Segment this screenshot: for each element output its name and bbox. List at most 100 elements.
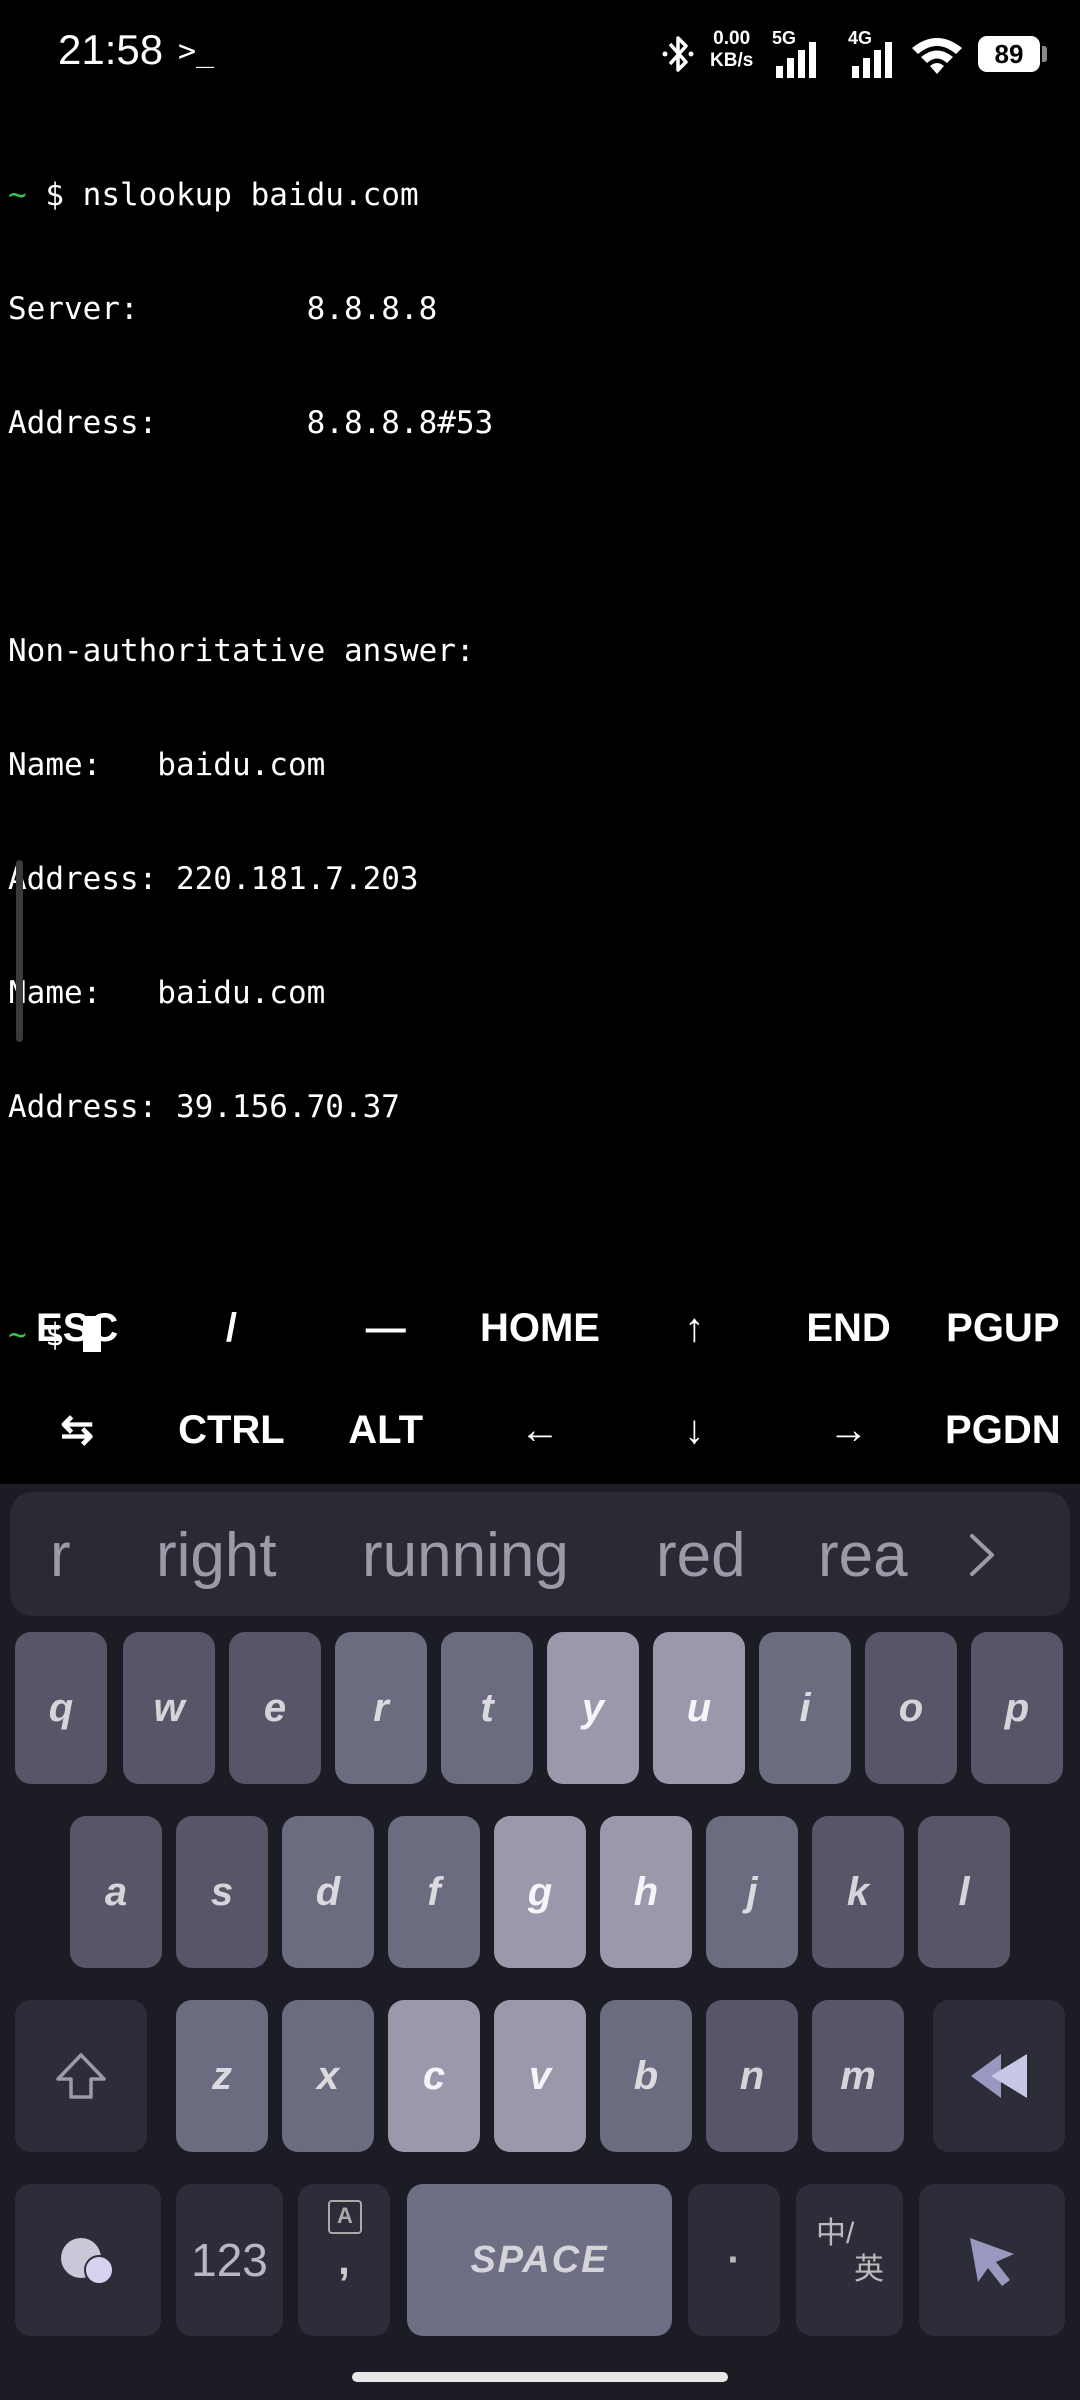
key-v[interactable]: v xyxy=(494,2000,586,2152)
up-arrow-key[interactable]: ↑ xyxy=(617,1276,771,1380)
space-label: SPACE xyxy=(470,2238,609,2281)
comma-key[interactable]: A , xyxy=(298,2184,390,2336)
cursor-mode-key[interactable] xyxy=(919,2184,1065,2336)
battery-tip xyxy=(1042,46,1047,62)
network-speed: 0.00 KB/s xyxy=(710,28,753,72)
period-key[interactable]: · xyxy=(688,2184,780,2336)
right-arrow-key[interactable]: → xyxy=(771,1378,925,1482)
comma-label: , xyxy=(338,2236,350,2283)
suggestion-item[interactable]: red xyxy=(656,1520,746,1591)
pgup-key[interactable]: PGUP xyxy=(926,1276,1080,1380)
emoji-key[interactable] xyxy=(15,2184,161,2336)
period-label: · xyxy=(727,2237,741,2282)
chevron-right-icon[interactable] xyxy=(962,1530,1002,1580)
key-x[interactable]: x xyxy=(282,2000,374,2152)
status-icons: 0.00 KB/s 5G 4G 89 xyxy=(660,28,1080,80)
key-i[interactable]: i xyxy=(759,1632,851,1784)
key-b[interactable]: b xyxy=(600,2000,692,2152)
speed-value: 0.00 xyxy=(713,28,751,49)
slash-key[interactable]: / xyxy=(154,1276,308,1380)
key-p[interactable]: p xyxy=(971,1632,1063,1784)
key-d[interactable]: d xyxy=(282,1816,374,1968)
key-l[interactable]: l xyxy=(918,1816,1010,1968)
suggestion-item[interactable]: right xyxy=(156,1520,277,1591)
emoji-blob-icon xyxy=(61,2238,114,2285)
dash-key[interactable]: — xyxy=(309,1276,463,1380)
key-s[interactable]: s xyxy=(176,1816,268,1968)
key-k[interactable]: k xyxy=(812,1816,904,1968)
tab-key[interactable]: ⇆ xyxy=(0,1378,154,1482)
pgdn-key[interactable]: PGDN xyxy=(926,1378,1080,1482)
shift-key[interactable] xyxy=(15,2000,147,2152)
terminal-line: Name: baidu.com xyxy=(8,746,1072,784)
key-c[interactable]: c xyxy=(388,2000,480,2152)
language-switch-key[interactable]: 中/ 英 xyxy=(796,2184,903,2336)
suggestion-item[interactable]: rea xyxy=(818,1520,908,1591)
down-arrow-key[interactable]: ↓ xyxy=(617,1378,771,1482)
left-arrow-key[interactable]: ← xyxy=(463,1378,617,1482)
backspace-key[interactable] xyxy=(933,2000,1065,2152)
line-text: Name: baidu.com xyxy=(8,747,326,783)
key-q[interactable]: q xyxy=(15,1632,107,1784)
numbers-label: 123 xyxy=(191,2234,268,2286)
extra-keys-row: ESC / — HOME ↑ END PGUP xyxy=(0,1276,1080,1380)
key-a[interactable]: a xyxy=(70,1816,162,1968)
terminal-line: Non-authoritative answer: xyxy=(8,632,1072,670)
backspace-icon xyxy=(971,2054,1027,2098)
key-f[interactable]: f xyxy=(388,1816,480,1968)
alt-key[interactable]: ALT xyxy=(309,1378,463,1482)
home-indicator[interactable] xyxy=(352,2372,728,2382)
key-m[interactable]: m xyxy=(812,2000,904,2152)
key-h[interactable]: h xyxy=(600,1816,692,1968)
home-key[interactable]: HOME xyxy=(463,1276,617,1380)
numbers-key[interactable]: 123 xyxy=(176,2184,283,2336)
key-e[interactable]: e xyxy=(229,1632,321,1784)
terminal-app-icon: >_ xyxy=(178,34,215,69)
key-w[interactable]: w xyxy=(123,1632,215,1784)
shift-icon xyxy=(56,2053,106,2099)
scroll-handle[interactable] xyxy=(16,860,23,1042)
ctrl-key[interactable]: CTRL xyxy=(154,1378,308,1482)
key-j[interactable]: j xyxy=(706,1816,798,1968)
battery-icon: 89 xyxy=(978,36,1040,72)
line-text: Address: 8.8.8.8#53 xyxy=(8,405,494,441)
status-time: 21:58 xyxy=(58,26,164,73)
suggestion-item[interactable]: running xyxy=(362,1520,569,1591)
terminal-line: Name: baidu.com xyxy=(8,974,1072,1012)
end-key[interactable]: END xyxy=(771,1276,925,1380)
key-g[interactable]: g xyxy=(494,1816,586,1968)
wifi-icon xyxy=(912,38,962,74)
key-o[interactable]: o xyxy=(865,1632,957,1784)
suggestion-item[interactable]: r xyxy=(50,1520,71,1591)
terminal-line: Address: 39.156.70.37 xyxy=(8,1088,1072,1126)
terminal-output[interactable]: ~ $ nslookup baidu.com Server: 8.8.8.8 A… xyxy=(8,100,1072,1392)
pointer-arrow-icon xyxy=(970,2238,1014,2286)
line-text: Address: 39.156.70.37 xyxy=(8,1089,400,1125)
terminal-line: Address: 8.8.8.8#53 xyxy=(8,404,1072,442)
extra-keys-row: ⇆ CTRL ALT ← ↓ → PGDN xyxy=(0,1378,1080,1482)
line-text: $ nslookup baidu.com xyxy=(26,177,419,213)
esc-key[interactable]: ESC xyxy=(0,1276,154,1380)
font-a-icon: A xyxy=(328,2200,362,2234)
terminal-line: Server: 8.8.8.8 xyxy=(8,290,1072,328)
key-z[interactable]: z xyxy=(176,2000,268,2152)
lang-bottom-label: 英 xyxy=(854,2253,884,2286)
signal-bars-icon xyxy=(852,42,892,78)
lang-top-label: 中/ xyxy=(816,2217,855,2250)
key-y[interactable]: y xyxy=(547,1632,639,1784)
bluetooth-icon xyxy=(662,36,694,72)
line-text: Non-authoritative answer: xyxy=(8,633,475,669)
soft-keyboard: r right running red rea q w e r t y u i … xyxy=(0,1484,1080,2400)
line-text: Server: 8.8.8.8 xyxy=(8,291,438,327)
key-t[interactable]: t xyxy=(441,1632,533,1784)
key-u[interactable]: u xyxy=(653,1632,745,1784)
key-r[interactable]: r xyxy=(335,1632,427,1784)
line-text: Address: 220.181.7.203 xyxy=(8,861,419,897)
line-text: Name: baidu.com xyxy=(8,975,326,1011)
speed-unit: KB/s xyxy=(710,50,754,71)
terminal-line: Address: 220.181.7.203 xyxy=(8,860,1072,898)
space-key[interactable]: SPACE xyxy=(407,2184,672,2336)
signal-bars-icon xyxy=(776,42,816,78)
key-n[interactable]: n xyxy=(706,2000,798,2152)
